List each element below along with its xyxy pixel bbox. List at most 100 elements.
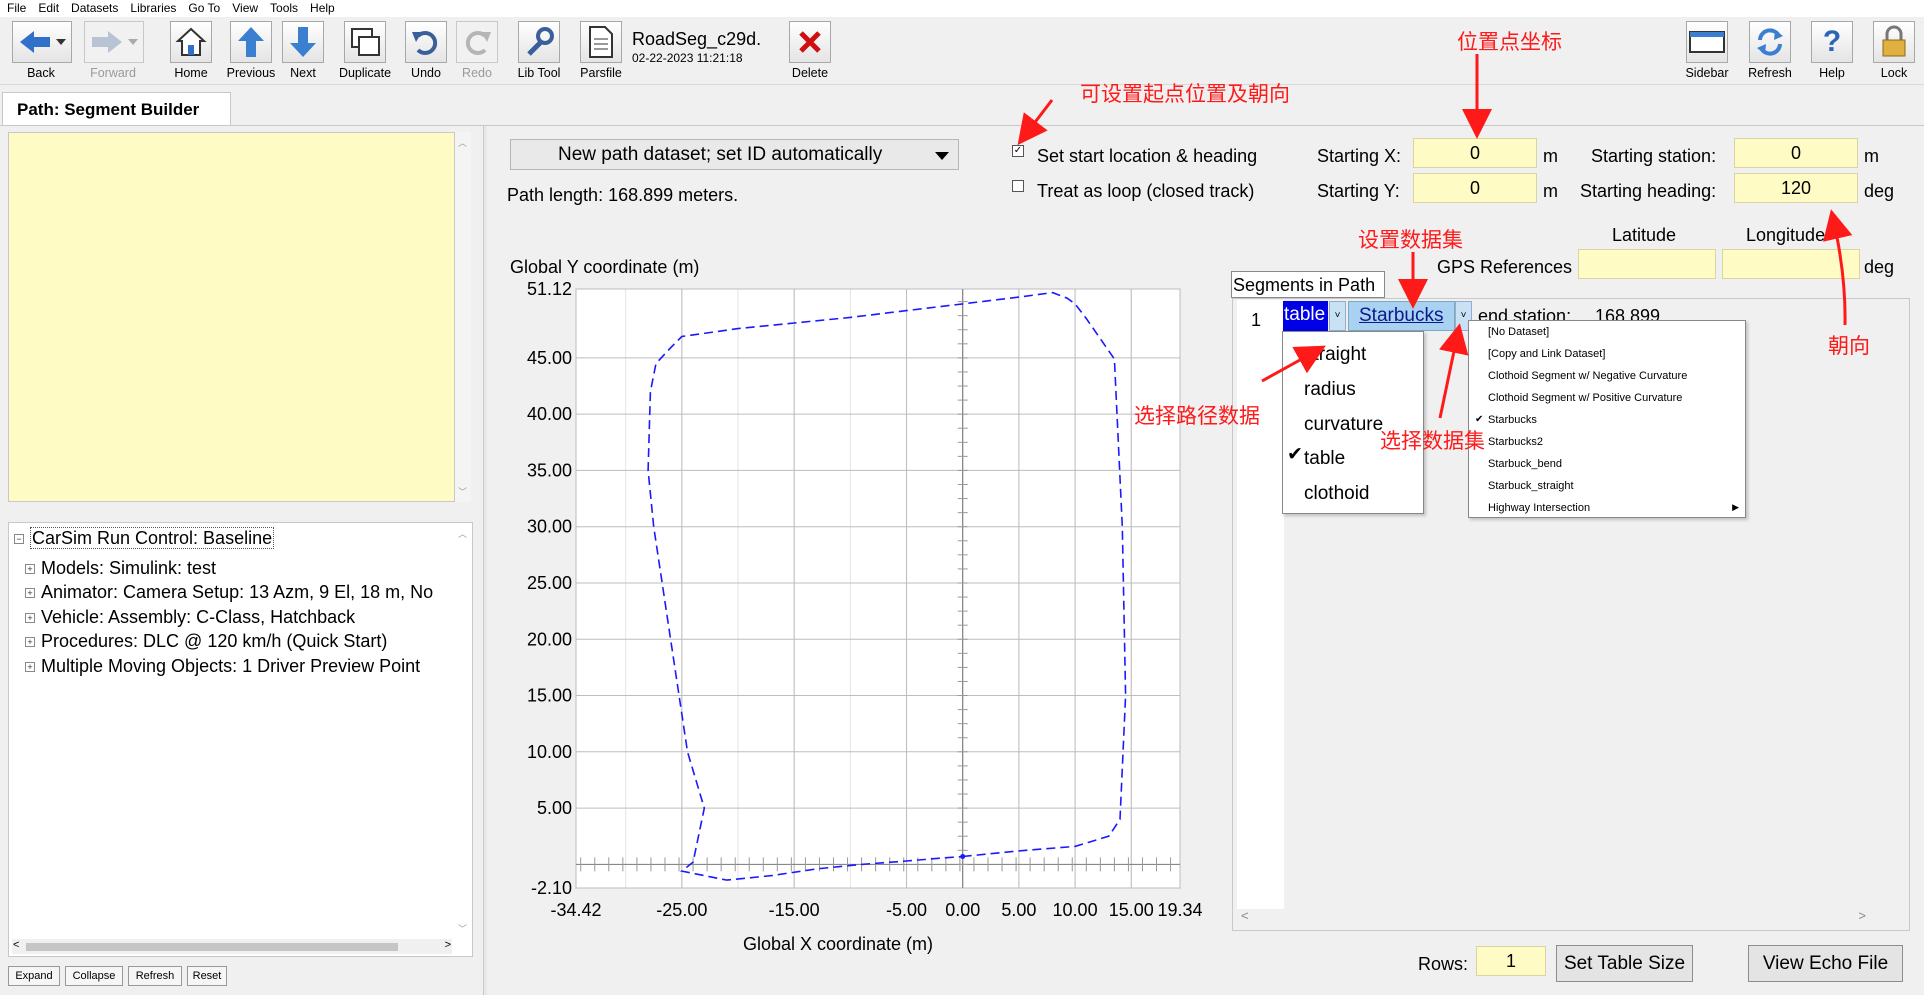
dataset-dropdown[interactable]: New path dataset; set ID automatically [510, 139, 959, 170]
annotation-set-dataset: 设置数据集 [1358, 229, 1463, 252]
segments-hscrollbar[interactable]: < > [1239, 908, 1870, 928]
menu-file[interactable]: File [0, 0, 31, 15]
segment-type-cell[interactable]: table [1283, 301, 1328, 331]
next-button[interactable]: Next [274, 21, 332, 80]
dataset-option[interactable]: Starbuck_bend [1488, 458, 1562, 470]
loop-checkbox[interactable] [1012, 180, 1024, 192]
lock-button[interactable]: Lock [1865, 21, 1923, 80]
x-tick-label: -25.00 [656, 900, 707, 920]
delete-x-icon [789, 21, 831, 63]
x-tick-label: 19.34 [1157, 900, 1202, 920]
segment-type-dropdown-icon[interactable]: ˅ [1329, 301, 1346, 331]
tree-item-animator[interactable]: + Animator: Camera Setup: 13 Azm, 9 El, 1… [25, 582, 433, 603]
help-question-icon: ? [1811, 21, 1853, 63]
path-plot: -34.42 -25.00 -15.00 -5.00 0.00 5.00 10.00 15.0… [510, 258, 1203, 954]
collapse-icon[interactable]: − [14, 534, 24, 545]
type-option-table[interactable]: table [1304, 448, 1345, 470]
menu-goto[interactable]: Go To [181, 0, 225, 15]
segment-row-number: 1 [1251, 310, 1262, 330]
starting-x-input[interactable]: 0 [1413, 138, 1537, 168]
document-icon [580, 21, 622, 63]
redo-button[interactable]: Redo [448, 21, 506, 80]
dataset-option[interactable]: [No Dataset] [1488, 326, 1549, 338]
tree-hscrollbar[interactable]: < > [12, 939, 452, 954]
set-table-size-button[interactable]: Set Table Size [1556, 945, 1693, 982]
menu-libraries[interactable]: Libraries [123, 0, 181, 15]
parsfile-button[interactable]: Parsfile [572, 21, 630, 80]
back-button[interactable]: Back [12, 21, 72, 80]
tree-root[interactable]: − CarSim Run Control: Baseline [14, 527, 275, 549]
expand-icon[interactable]: + [25, 613, 35, 624]
tree-refresh-button[interactable]: Refresh [128, 966, 182, 986]
dataset-option[interactable]: [Copy and Link Dataset] [1488, 348, 1605, 360]
menu-tools[interactable]: Tools [263, 0, 303, 15]
dataset-option[interactable]: Starbuck_straight [1488, 480, 1574, 492]
expand-icon[interactable]: + [25, 564, 35, 575]
expand-button[interactable]: Expand [8, 966, 60, 986]
checkmark-icon: ✔ [1475, 414, 1484, 425]
menu-edit[interactable]: Edit [31, 0, 64, 15]
type-option-straight[interactable]: straight [1304, 344, 1366, 366]
forward-button[interactable]: Forward [84, 21, 144, 80]
annotation-select-path: 选择路径数据 [1134, 405, 1260, 428]
sidebar-button[interactable]: Sidebar [1678, 21, 1736, 80]
dataset-option[interactable]: Clothoid Segment w/ Positive Curvature [1488, 392, 1682, 404]
tab-path-segment-builder[interactable]: Path: Segment Builder [2, 92, 231, 126]
reset-button[interactable]: Reset [187, 966, 227, 986]
document-date: 02-22-2023 11:21:18 [632, 51, 743, 65]
lib-tool-button[interactable]: Lib Tool [510, 21, 568, 80]
dataset-option[interactable]: Starbucks [1488, 414, 1537, 426]
rows-input[interactable]: 1 [1476, 946, 1546, 976]
dataset-option[interactable]: Clothoid Segment w/ Negative Curvature [1488, 370, 1687, 382]
delete-button[interactable]: Delete [781, 21, 839, 80]
help-button[interactable]: ? Help [1803, 21, 1861, 80]
run-control-tree: − CarSim Run Control: Baseline + Models: S… [8, 522, 473, 957]
expand-icon[interactable]: + [25, 637, 35, 648]
menu-datasets[interactable]: Datasets [64, 0, 123, 15]
type-option-clothoid[interactable]: clothoid [1304, 483, 1370, 505]
starting-heading-input[interactable]: 120 [1734, 173, 1858, 203]
menu-view[interactable]: View [225, 0, 263, 15]
down-arrow-icon [282, 21, 324, 63]
gps-unit: deg [1864, 257, 1895, 277]
segment-dataset-cell[interactable]: Starbucks [1348, 301, 1455, 331]
notes-panel[interactable] [8, 132, 455, 502]
previous-button[interactable]: Previous [222, 21, 280, 80]
scroll-left-icon: < [13, 939, 20, 951]
tree-item-vehicle[interactable]: + Vehicle: Assembly: C-Class, Hatchback [25, 607, 355, 628]
view-echo-file-button[interactable]: View Echo File [1748, 945, 1903, 982]
tree-item-procedures[interactable]: + Procedures: DLC @ 120 km/h (Quick Start… [25, 631, 387, 652]
starting-station-input[interactable]: 0 [1734, 138, 1858, 168]
dropdown-arrow-icon [935, 152, 949, 160]
tree-hscroll-thumb[interactable] [26, 943, 398, 951]
gps-longitude-input[interactable] [1722, 249, 1860, 279]
expand-icon[interactable]: + [25, 662, 35, 673]
duplicate-button[interactable]: Duplicate [336, 21, 394, 80]
collapse-button[interactable]: Collapse [65, 966, 123, 986]
tree-item-models[interactable]: + Models: Simulink: test [25, 558, 216, 579]
menu-help[interactable]: Help [303, 0, 340, 15]
home-button[interactable]: Home [162, 21, 220, 80]
type-option-curvature[interactable]: curvature [1304, 414, 1383, 436]
expand-icon[interactable]: + [25, 588, 35, 599]
y-tick-label: -2.10 [531, 878, 572, 898]
refresh-button[interactable]: Refresh [1741, 21, 1799, 80]
dataset-option[interactable]: Highway Intersection [1488, 502, 1590, 514]
set-start-checkbox[interactable]: ✓ [1012, 145, 1024, 157]
y-tick-label: 5.00 [537, 798, 572, 818]
undo-button[interactable]: Undo [397, 21, 455, 80]
gps-latitude-input[interactable] [1578, 249, 1716, 279]
starting-y-input[interactable]: 0 [1413, 173, 1537, 203]
annotation-heading: 朝向 [1828, 335, 1870, 358]
dataset-option[interactable]: Starbucks2 [1488, 436, 1543, 448]
panel-divider[interactable] [483, 126, 487, 995]
sidebar-icon [1686, 21, 1728, 63]
type-option-radius[interactable]: radius [1304, 379, 1356, 401]
tree-item-moving-objects[interactable]: + Multiple Moving Objects: 1 Driver Previ… [25, 656, 420, 677]
tree-vscrollbar[interactable]: ︿ ﹀ [455, 525, 471, 937]
x-tick-label: 5.00 [1001, 900, 1036, 920]
notes-scrollbar[interactable]: ︿ ﹀ [455, 132, 471, 502]
y-tick-label: 51.12 [527, 279, 572, 299]
x-tick-label: 10.00 [1053, 900, 1098, 920]
starting-heading-label: Starting heading: [1580, 181, 1717, 201]
